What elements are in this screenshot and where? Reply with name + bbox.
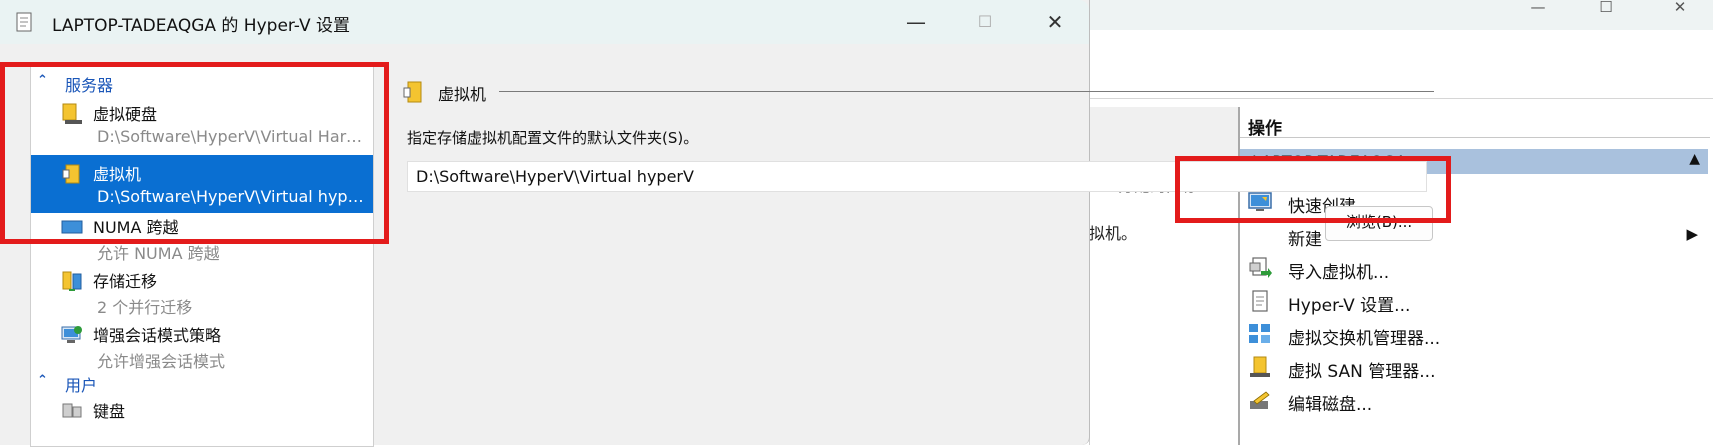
action-label: 导入虚拟机... <box>1288 263 1390 283</box>
collapse-chevron-icon[interactable]: ⌃ <box>37 373 48 388</box>
action-hyperv-settings[interactable]: Hyper-V 设置... <box>1240 286 1710 316</box>
action-label: 新建 <box>1288 230 1322 250</box>
folder-description: 指定存储虚拟机配置文件的默认文件夹(S)。 <box>407 129 699 147</box>
tree-item-storage-migration[interactable]: 存储迁移 2 个并行迁移 <box>31 262 373 320</box>
san-manager-icon <box>1250 356 1270 377</box>
action-label: 虚拟 SAN 管理器... <box>1288 362 1436 382</box>
tree-item-name: 存储迁移 <box>93 272 158 291</box>
actions-title: 操作 <box>1248 119 1282 139</box>
settings-doc-icon <box>1252 290 1268 312</box>
manager-maximize-button[interactable]: ☐ <box>1586 0 1626 18</box>
tree-item-keyboard[interactable]: 键盘 <box>31 394 373 424</box>
dialog-title-bar[interactable]: LAPTOP-TADEAQGA 的 Hyper-V 设置 — ☐ ✕ <box>0 0 1089 44</box>
action-edit-disk[interactable]: 编辑磁盘... <box>1240 385 1710 415</box>
manager-close-button[interactable]: ✕ <box>1660 0 1700 18</box>
minimize-button[interactable]: — <box>893 8 939 36</box>
action-virtual-switch-manager[interactable]: 虚拟交换机管理器... <box>1240 319 1710 349</box>
collapse-caret-icon[interactable]: ▲ <box>1689 151 1700 167</box>
section-title: 虚拟机 <box>438 85 487 104</box>
storage-migration-icon <box>62 271 82 291</box>
vm-list-message: 拟机。 <box>1089 224 1138 243</box>
details-panel: 虚拟机 指定存储虚拟机配置文件的默认文件夹(S)。 浏览(B)... <box>385 66 1434 445</box>
tree-item-value: 2 个并行迁移 <box>97 298 193 317</box>
enhanced-session-icon <box>61 326 82 343</box>
vm-list-header-strip <box>1089 107 1238 162</box>
action-label: Hyper-V 设置... <box>1288 296 1411 316</box>
annotation-box-quick-create <box>1175 156 1451 223</box>
tree-item-name: 键盘 <box>93 402 126 421</box>
close-button[interactable]: ✕ <box>1032 8 1078 36</box>
edit-disk-icon <box>1250 391 1270 409</box>
action-label: 编辑磁盘... <box>1288 395 1373 415</box>
manager-toolbar <box>1089 63 1713 99</box>
settings-doc-icon <box>16 12 32 32</box>
manager-minimize-button[interactable]: — <box>1518 0 1558 18</box>
submenu-arrow-icon: ▶ <box>1686 225 1698 243</box>
action-label: 虚拟交换机管理器... <box>1288 329 1441 349</box>
annotation-box-tree <box>0 62 389 244</box>
keyboard-icon <box>62 403 82 418</box>
virtual-machine-icon <box>403 81 422 103</box>
manager-menu-bar <box>1089 30 1713 64</box>
action-virtual-san-manager[interactable]: 虚拟 SAN 管理器... <box>1240 352 1710 382</box>
import-vm-icon <box>1249 257 1272 278</box>
virtual-switch-icon <box>1249 324 1270 343</box>
section-divider <box>499 91 1434 92</box>
tree-item-name: 增强会话模式策略 <box>93 326 222 345</box>
tree-item-enhanced-session[interactable]: 增强会话模式策略 允许增强会话模式 <box>31 316 373 374</box>
maximize-button[interactable]: ☐ <box>962 8 1008 36</box>
tree-header-label: 用户 <box>65 376 98 395</box>
action-new[interactable]: 新建 ▶ <box>1240 220 1710 250</box>
dialog-title: LAPTOP-TADEAQGA 的 Hyper-V 设置 <box>52 16 350 36</box>
action-import-vm[interactable]: 导入虚拟机... <box>1240 253 1710 283</box>
actions-header: 操作 <box>1240 107 1710 139</box>
tree-header-user[interactable]: ⌃ 用户 <box>31 369 373 395</box>
